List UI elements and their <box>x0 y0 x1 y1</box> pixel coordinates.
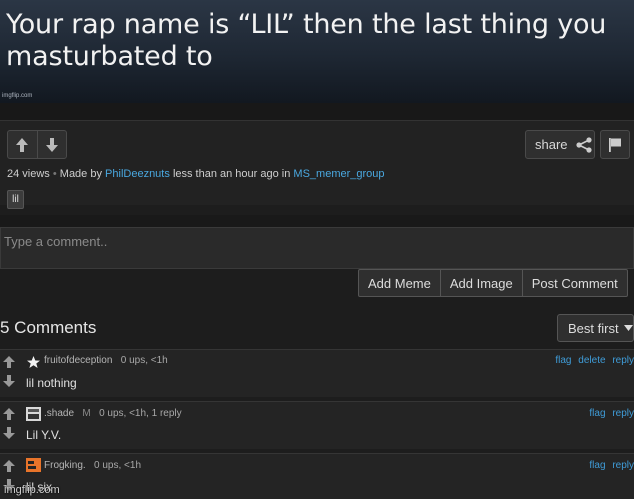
comment-username[interactable]: fruitofdeception <box>44 355 112 366</box>
delete-link[interactable]: delete <box>578 355 605 366</box>
reply-link[interactable]: reply <box>612 460 634 471</box>
comment-meta: 0 ups, <1h, 1 reply <box>99 408 182 419</box>
comment-links: flag reply <box>585 460 634 471</box>
avatar[interactable] <box>26 458 41 472</box>
flag-button[interactable] <box>600 130 630 159</box>
comment-username[interactable]: .shade <box>44 408 74 419</box>
meme-bottom-band <box>0 103 634 120</box>
made-by-label: Made by <box>59 168 102 180</box>
comment-header: fruitofdeception 0 ups, <1h <box>44 355 168 366</box>
comment-meta: 0 ups, <1h <box>94 460 142 471</box>
downvote-button[interactable] <box>36 131 67 158</box>
comment-header: Frogking. 0 ups, <1h <box>44 460 141 471</box>
comment-meta: 0 ups, <1h <box>120 355 168 366</box>
arrow-down-icon[interactable] <box>2 426 16 440</box>
section-divider <box>0 215 634 227</box>
view-count: 24 views <box>7 168 50 180</box>
comment-button-group: Add Meme Add Image Post Comment <box>358 269 628 297</box>
comments-count: 5 Comments <box>0 318 97 337</box>
comment-links: flag reply <box>585 408 634 419</box>
upvote-button[interactable] <box>8 131 37 158</box>
arrow-down-icon[interactable] <box>2 374 16 388</box>
flag-link[interactable]: flag <box>589 460 605 471</box>
flag-link[interactable]: flag <box>589 408 605 419</box>
arrow-up-icon[interactable] <box>2 355 16 369</box>
mod-badge: M <box>82 408 91 419</box>
stream-link[interactable]: MS_memer_group <box>293 168 384 180</box>
meme-actions: share 24 views • Made by PhilDeeznuts le… <box>0 120 634 209</box>
share-icon <box>575 136 592 153</box>
comment-votes <box>2 407 18 445</box>
comment-item: Frogking. 0 ups, <1h flag reply lil six <box>0 453 634 499</box>
avatar[interactable] <box>26 407 41 421</box>
sort-dropdown[interactable]: Best first <box>557 314 634 342</box>
meme-watermark: imgflip.com <box>2 93 33 99</box>
meme-image: Your rap name is “LIL” then the last thi… <box>0 0 634 103</box>
author-link[interactable]: PhilDeeznuts <box>105 168 170 180</box>
imgflip-watermark: imgflip.com <box>4 484 60 496</box>
flag-icon <box>609 137 621 152</box>
meme-caption: Your rap name is “LIL” then the last thi… <box>6 9 607 72</box>
comment-username[interactable]: Frogking. <box>44 460 86 471</box>
meta-separator: • <box>52 168 60 180</box>
comment-item: .shade M 0 ups, <1h, 1 reply flag reply … <box>0 401 634 449</box>
add-meme-button[interactable]: Add Meme <box>359 270 440 296</box>
comment-links: flag delete reply <box>551 355 634 366</box>
chevron-down-icon <box>623 325 633 331</box>
avatar[interactable] <box>26 355 41 369</box>
comment-header: .shade M 0 ups, <1h, 1 reply <box>44 408 182 419</box>
comment-text: lil nothing <box>26 376 77 390</box>
vote-buttons <box>7 130 67 159</box>
arrow-down-icon <box>45 137 58 152</box>
share-button[interactable]: share <box>525 130 595 159</box>
reply-link[interactable]: reply <box>612 355 634 366</box>
flag-link[interactable]: flag <box>555 355 571 366</box>
arrow-up-icon[interactable] <box>2 407 16 421</box>
comment-input[interactable]: Type a comment.. <box>0 227 634 269</box>
posted-time: less than an hour ago in <box>172 168 291 180</box>
arrow-up-icon[interactable] <box>2 459 16 473</box>
comment-votes <box>2 355 18 393</box>
share-label: share <box>535 137 568 152</box>
arrow-up-icon <box>16 137 29 152</box>
reply-link[interactable]: reply <box>612 408 634 419</box>
add-image-button[interactable]: Add Image <box>439 270 522 296</box>
comment-item: fruitofdeception 0 ups, <1h flag delete … <box>0 349 634 397</box>
sort-label: Best first <box>568 320 619 336</box>
meme-meta: 24 views • Made by PhilDeeznuts less tha… <box>7 168 385 180</box>
post-comment-button[interactable]: Post Comment <box>521 270 627 296</box>
comment-text: Lil Y.V. <box>26 428 62 442</box>
tag-chip[interactable]: lil <box>7 190 24 209</box>
